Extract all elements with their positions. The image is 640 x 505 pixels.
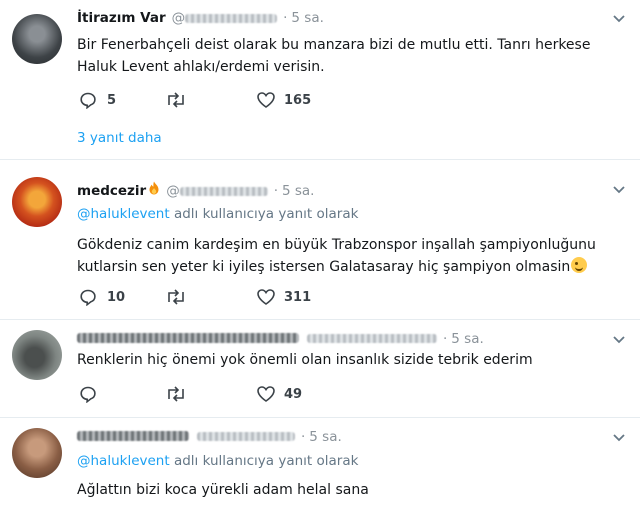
heart-icon — [257, 386, 275, 402]
username[interactable] — [307, 334, 437, 343]
retweet-button[interactable] — [165, 91, 197, 109]
like-count: 49 — [284, 386, 303, 402]
heart-icon — [257, 289, 275, 305]
username[interactable] — [197, 432, 295, 441]
tweet-text: Gökdeniz canim kardeşim en büyük Trabzon… — [77, 237, 596, 275]
reply-icon — [80, 386, 96, 403]
like-button[interactable]: 311 — [256, 288, 311, 306]
divider — [0, 417, 640, 418]
chevron-down-icon[interactable] — [612, 14, 626, 24]
tweet-header: · 5 sa. — [77, 429, 342, 445]
replying-to: @haluklevent adlı kullanıcıya yanıt olar… — [77, 206, 359, 222]
tweet-header: İtirazım Var @ · 5 sa. — [77, 10, 324, 26]
reply-icon — [80, 92, 96, 109]
timestamp[interactable]: 5 sa. — [291, 10, 323, 26]
timestamp[interactable]: 5 sa. — [451, 331, 483, 347]
reply-button[interactable] — [79, 385, 107, 403]
retweet-icon — [168, 289, 184, 305]
mention-link[interactable]: @haluklevent — [77, 206, 170, 222]
chevron-down-icon[interactable] — [612, 433, 626, 443]
avatar[interactable] — [12, 330, 62, 380]
tweet-text: Ağlattın bizi koca yürekli adam helal sa… — [77, 482, 369, 498]
timestamp[interactable]: 5 sa. — [309, 429, 341, 445]
tweet-actions: 49 — [77, 385, 397, 405]
mention-link[interactable]: @haluklevent — [77, 453, 170, 469]
retweet-icon — [168, 92, 184, 108]
display-name[interactable]: İtirazım Var — [77, 10, 166, 26]
chevron-down-icon[interactable] — [612, 185, 626, 195]
tweet-actions: 5 165 — [77, 91, 397, 111]
like-button[interactable]: 165 — [256, 91, 311, 109]
avatar[interactable] — [12, 428, 62, 478]
retweet-icon — [168, 386, 184, 402]
divider — [0, 319, 640, 320]
like-count: 165 — [284, 92, 312, 108]
winking-face-icon — [571, 257, 588, 273]
tweet-header: · 5 sa. — [77, 331, 484, 347]
heart-icon — [257, 92, 275, 108]
replying-to: @haluklevent adlı kullanıcıya yanıt olar… — [77, 453, 359, 469]
chevron-down-icon[interactable] — [612, 335, 626, 345]
tweet-actions: 10 311 — [77, 288, 397, 308]
display-name[interactable]: medcezir — [77, 183, 146, 199]
display-name[interactable] — [77, 333, 299, 343]
reply-button[interactable]: 10 — [79, 288, 125, 306]
show-more-replies-link[interactable]: 3 yanıt daha — [77, 130, 162, 146]
tweet-text: Bir Fenerbahçeli deist olarak bu manzara… — [77, 37, 591, 75]
tweet-header: medcezir @ · 5 sa. — [77, 181, 315, 199]
username[interactable]: @ — [172, 10, 278, 26]
like-button[interactable]: 49 — [256, 385, 302, 403]
avatar[interactable] — [12, 14, 62, 64]
retweet-button[interactable] — [165, 288, 197, 306]
divider — [0, 159, 640, 160]
tweet-text: Renklerin hiç önemi yok önemli olan insa… — [77, 352, 533, 368]
avatar[interactable] — [12, 177, 62, 227]
retweet-button[interactable] — [165, 385, 197, 403]
display-name[interactable] — [77, 431, 189, 441]
reply-icon — [80, 289, 96, 306]
reply-button[interactable]: 5 — [79, 91, 116, 109]
fire-icon — [149, 181, 159, 195]
reply-count: 5 — [107, 92, 117, 108]
timestamp[interactable]: 5 sa. — [282, 183, 314, 199]
like-count: 311 — [284, 289, 312, 305]
username[interactable]: @ — [166, 183, 268, 199]
reply-count: 10 — [107, 289, 126, 305]
